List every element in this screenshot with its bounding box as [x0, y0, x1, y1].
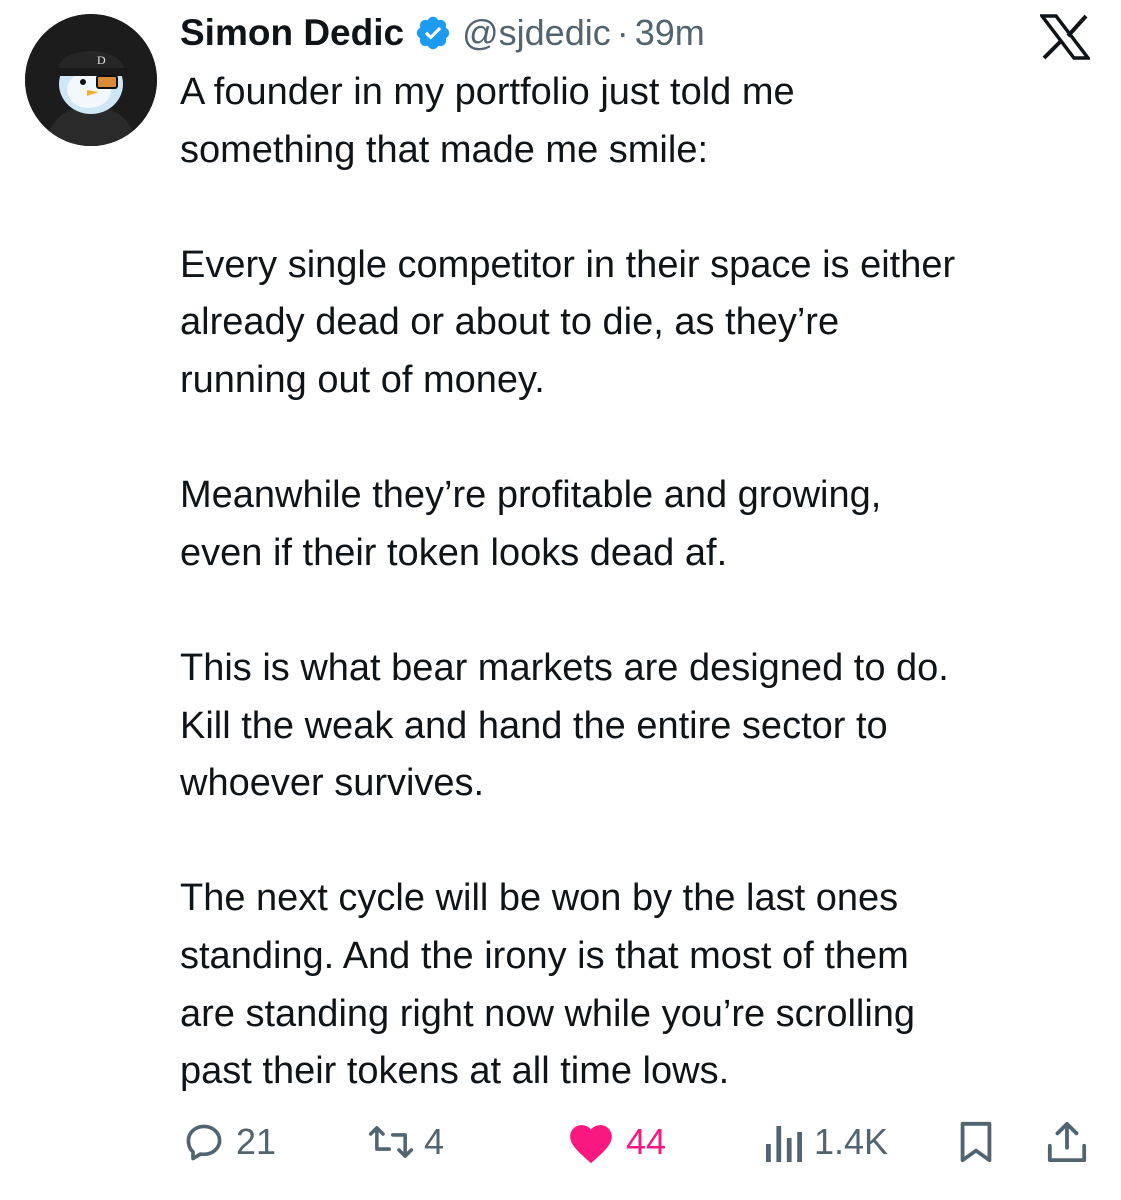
text-line: past their tokens at all time lows.: [180, 1050, 730, 1093]
tweet-text: A founder in my portfolio just told me s…: [180, 64, 1100, 1101]
tweet-paragraph: This is what bear markets are designed t…: [180, 640, 1100, 813]
handle[interactable]: @sjdedic: [462, 12, 611, 54]
views-button[interactable]: 1.4K: [764, 1112, 888, 1172]
text-line: already dead or about to die, as they’re: [180, 301, 840, 344]
reply-icon: [186, 1124, 222, 1161]
display-name[interactable]: Simon Dedic: [180, 12, 404, 54]
text-line: something that made me smile:: [180, 128, 709, 171]
x-logo-icon: [1038, 14, 1092, 60]
svg-text:D: D: [97, 53, 106, 67]
heart-icon: [570, 1125, 612, 1164]
text-line: The next cycle will be won by the last o…: [180, 877, 899, 920]
tweet-paragraph: Every single competitor in their space i…: [180, 237, 1100, 410]
views-bar-chart-icon: [766, 1126, 802, 1162]
text-line: whoever survives.: [180, 762, 485, 805]
tweet-paragraph: A founder in my portfolio just told me s…: [180, 64, 1100, 179]
text-line: are standing right now while you’re scro…: [180, 992, 916, 1035]
text-line: Every single competitor in their space i…: [180, 243, 956, 286]
text-line: even if their token looks dead af.: [180, 531, 728, 574]
like-count: 44: [626, 1121, 667, 1162]
share-icon: [1047, 1121, 1087, 1163]
text-line: Meanwhile they’re profitable and growing…: [180, 474, 882, 517]
penguin-avatar-icon: D: [25, 14, 157, 146]
separator-dot: ·: [616, 12, 629, 53]
repost-button[interactable]: 4: [368, 1112, 444, 1172]
text-line: running out of money.: [180, 358, 545, 401]
reply-count: 21: [236, 1121, 277, 1162]
tweet-header: Simon Dedic @sjdedic · 39m: [180, 6, 705, 60]
reply-button[interactable]: 21: [182, 1112, 276, 1172]
repost-icon: [368, 1126, 414, 1158]
tweet-paragraph: The next cycle will be won by the last o…: [180, 870, 1100, 1100]
text-line: standing. And the irony is that most of …: [180, 934, 909, 977]
avatar[interactable]: D: [25, 14, 157, 146]
like-button[interactable]: 44: [566, 1112, 666, 1172]
share-button[interactable]: [1046, 1112, 1088, 1172]
tweet-actions-bar: 21 4 44 1.4K: [0, 1112, 1121, 1172]
tweet: D Simon Dedic @sjdedic · 39m A founder i…: [0, 0, 1121, 1200]
bookmark-button[interactable]: [956, 1112, 996, 1172]
text-line: Kill the weak and hand the entire sector…: [180, 704, 888, 747]
tweet-paragraph: Meanwhile they’re profitable and growing…: [180, 467, 1100, 582]
text-line: A founder in my portfolio just told me: [180, 71, 795, 113]
text-line: This is what bear markets are designed t…: [180, 646, 949, 689]
timestamp[interactable]: 39m: [635, 12, 705, 54]
bookmark-icon: [960, 1121, 992, 1163]
repost-count: 4: [424, 1121, 445, 1162]
verified-badge-icon[interactable]: [414, 14, 452, 52]
views-count: 1.4K: [814, 1121, 889, 1162]
